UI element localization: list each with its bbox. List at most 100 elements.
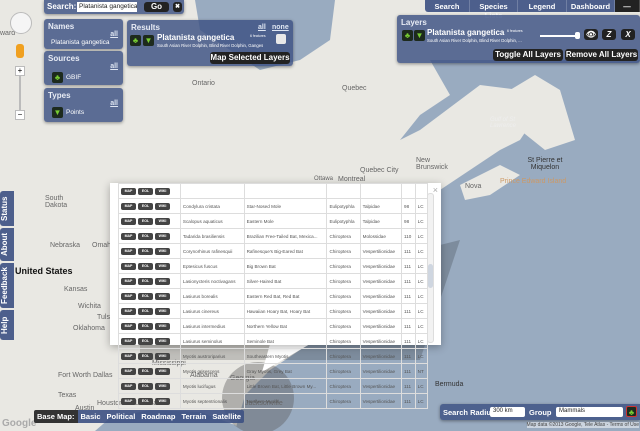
eol-button[interactable]: EOL — [138, 217, 153, 225]
eol-button[interactable]: EOL — [138, 397, 153, 405]
eol-button[interactable]: EOL — [138, 277, 153, 285]
map-button[interactable]: MAP — [121, 247, 136, 255]
wiki-button[interactable]: WIKI — [155, 382, 170, 390]
eol-button[interactable]: EOL — [138, 247, 153, 255]
results-all-link[interactable]: all — [258, 24, 266, 31]
remove-layer-button[interactable]: X — [621, 29, 635, 40]
wiki-button[interactable]: WIKI — [155, 202, 170, 210]
wiki-button[interactable]: WIKI — [155, 307, 170, 315]
nav-dashboard[interactable]: Dashboard — [567, 0, 615, 12]
eol-button[interactable]: EOL — [138, 382, 153, 390]
names-item[interactable]: Platanista gangetica — [51, 39, 110, 46]
base-map-terrain[interactable]: Terrain — [178, 410, 210, 423]
zoom-out-button[interactable]: − — [15, 110, 25, 120]
side-tab-help[interactable]: Help — [0, 310, 14, 340]
opacity-slider-handle[interactable] — [575, 32, 580, 39]
nav-search[interactable]: Search — [425, 0, 470, 12]
types-facet: Types all ▼ Points — [44, 88, 123, 122]
wiki-button[interactable]: WIKI — [155, 292, 170, 300]
wiki-button[interactable]: WIKI — [155, 247, 170, 255]
wiki-button[interactable]: WIKI — [155, 367, 170, 375]
map-button[interactable]: MAP — [121, 307, 136, 315]
map-button[interactable]: MAP — [121, 322, 136, 330]
wiki-button[interactable]: WIKI — [155, 187, 170, 195]
zoom-to-layer-button[interactable]: Z — [602, 29, 616, 40]
eol-button[interactable]: EOL — [138, 322, 153, 330]
status-cell: LC — [414, 303, 429, 319]
map-button[interactable]: MAP — [121, 367, 136, 375]
map-button[interactable]: MAP — [121, 277, 136, 285]
results-none-link[interactable]: none — [272, 24, 289, 31]
result-name: Platanista gangetica — [157, 33, 235, 42]
go-button[interactable]: Go — [144, 2, 169, 12]
opacity-slider[interactable] — [540, 35, 577, 37]
wiki-button[interactable]: WIKI — [155, 397, 170, 405]
types-all-link[interactable]: all — [110, 100, 118, 107]
base-map-basic[interactable]: Basic — [77, 410, 104, 423]
zoom-in-button[interactable]: + — [15, 66, 25, 76]
eol-button[interactable]: EOL — [138, 307, 153, 315]
collapse-button[interactable]: — — [615, 0, 640, 12]
types-item[interactable]: Points — [66, 109, 84, 116]
toggle-visibility-eye-icon[interactable]: 👁 — [584, 29, 598, 40]
map-button[interactable]: MAP — [121, 337, 136, 345]
street-view-pegman-icon[interactable] — [16, 44, 24, 58]
nav-legend[interactable]: Legend — [518, 0, 567, 12]
map-button[interactable]: MAP — [121, 202, 136, 210]
group-select[interactable]: Mammals — [556, 407, 623, 417]
layers-title: Layers — [401, 18, 427, 27]
wiki-button[interactable]: WIKI — [155, 322, 170, 330]
eol-button[interactable]: EOL — [138, 262, 153, 270]
result-checkbox[interactable] — [276, 34, 286, 44]
species-search-icon[interactable]: ♣ — [626, 406, 637, 417]
wiki-button[interactable]: WIKI — [155, 337, 170, 345]
map-button[interactable]: MAP — [121, 187, 136, 195]
eol-button[interactable]: EOL — [138, 202, 153, 210]
names-all-link[interactable]: all — [110, 31, 118, 38]
eol-button[interactable]: EOL — [138, 187, 153, 195]
table-row: MAP EOL WIKI Tadarida brasiliensis Brazilian… — [118, 228, 429, 244]
wiki-button[interactable]: WIKI — [155, 352, 170, 360]
remove-all-layers-button[interactable]: Remove All Layers — [565, 49, 638, 61]
base-map-political[interactable]: Political — [103, 410, 139, 423]
zoom-slider[interactable] — [19, 76, 21, 111]
side-tab-about[interactable]: About — [0, 228, 14, 261]
eol-button[interactable]: EOL — [138, 367, 153, 375]
eol-button[interactable]: EOL — [138, 352, 153, 360]
map-button[interactable]: MAP — [121, 232, 136, 240]
map-button[interactable]: MAP — [121, 217, 136, 225]
eol-button[interactable]: EOL — [138, 292, 153, 300]
sources-all-link[interactable]: all — [110, 63, 118, 70]
map-selected-layers-button[interactable]: Map Selected Layers — [210, 52, 290, 64]
side-tab-status[interactable]: Status — [0, 191, 14, 226]
map-button[interactable]: MAP — [121, 397, 136, 405]
nav-species-lists[interactable]: Species Lists — [470, 0, 518, 20]
map-button[interactable]: MAP — [121, 352, 136, 360]
eol-button[interactable]: EOL — [138, 232, 153, 240]
wiki-button[interactable]: WIKI — [155, 277, 170, 285]
map-button[interactable]: MAP — [121, 292, 136, 300]
scrollbar-thumb[interactable] — [428, 264, 433, 288]
status-cell: LC — [414, 333, 429, 349]
search-radius-select[interactable]: 300 km — [490, 407, 525, 417]
points-icon: ▼ — [414, 30, 425, 41]
map-button[interactable]: MAP — [121, 382, 136, 390]
sources-item[interactable]: GBIF — [66, 74, 81, 81]
scientific-name-cell: Lasionycteris noctivagans — [179, 273, 245, 289]
base-map-roadmap[interactable]: Roadmap — [138, 410, 179, 423]
wiki-button[interactable]: WIKI — [155, 217, 170, 225]
wiki-button[interactable]: WIKI — [155, 232, 170, 240]
toggle-all-layers-button[interactable]: Toggle All Layers — [493, 49, 563, 61]
side-tab-feedback[interactable]: Feedback — [0, 263, 14, 308]
map-button[interactable]: MAP — [121, 262, 136, 270]
pan-control[interactable] — [10, 12, 32, 34]
base-map-satellite[interactable]: Satellite — [209, 410, 245, 423]
google-logo: Google — [2, 418, 37, 429]
search-input[interactable]: Platanista gangetica — [77, 2, 137, 12]
wiki-button[interactable]: WIKI — [155, 262, 170, 270]
table-scrollbar[interactable] — [427, 193, 434, 343]
common-name-cell: Northern Yellow Bat — [243, 318, 328, 334]
eol-button[interactable]: EOL — [138, 337, 153, 345]
search-radius-bar: Search Radius 300 km Group Mammals ♣ — [440, 404, 640, 420]
clear-search-button[interactable]: ✖ — [173, 2, 182, 12]
